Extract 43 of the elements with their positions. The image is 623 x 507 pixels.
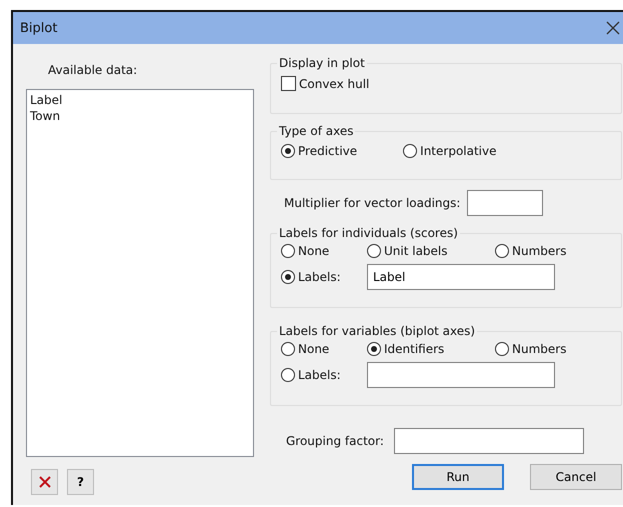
radio-label: None [298,244,330,258]
data-list[interactable]: Label Town [26,89,254,457]
labels-field[interactable] [367,362,555,388]
radio-button[interactable] [281,270,295,284]
checkbox-label: Convex hull [299,76,370,90]
radio-label: Predictive [298,144,358,158]
list-item[interactable]: Label [30,92,250,108]
radio-button[interactable] [281,368,295,382]
window-title: Biplot [20,20,58,36]
labels-field[interactable]: Label [367,264,555,290]
clear-button[interactable] [31,469,58,495]
radio-label: Labels: [298,368,341,382]
checkbox[interactable] [281,76,296,91]
radio-label: Numbers [512,342,566,356]
radio-button[interactable] [281,244,295,258]
radio-label: Identifiers [384,342,444,356]
radio-label: Labels: [298,270,341,284]
grouping-factor-label: Grouping factor: [286,434,384,448]
radio-button[interactable] [495,244,509,258]
radio-label: Interpolative [420,144,496,158]
multiplier-field[interactable] [467,190,544,216]
multiplier-label: Multiplier for vector loadings: [284,196,460,210]
radio-button[interactable] [367,342,381,356]
radio-label: Numbers [512,244,566,258]
help-button[interactable]: ? [67,469,94,495]
group-title: Labels for individuals (scores) [278,226,459,240]
radio-button[interactable] [403,144,418,158]
radio-label: None [298,342,330,356]
radio-button[interactable] [281,144,295,158]
close-icon[interactable] [606,21,620,35]
group-title: Labels for variables (biplot axes) [278,324,476,338]
available-data-label: Available data: [48,63,138,79]
run-button[interactable]: Run [412,464,504,490]
cross-icon [38,475,52,489]
group-title: Type of axes [278,124,354,138]
radio-button[interactable] [495,342,509,356]
list-item[interactable]: Town [30,108,250,124]
grouping-factor-field[interactable] [394,428,584,454]
group-title: Display in plot [278,56,366,70]
radio-button[interactable] [367,244,381,258]
radio-button[interactable] [281,342,295,356]
cancel-button[interactable]: Cancel [530,464,622,490]
radio-label: Unit labels [384,244,448,258]
